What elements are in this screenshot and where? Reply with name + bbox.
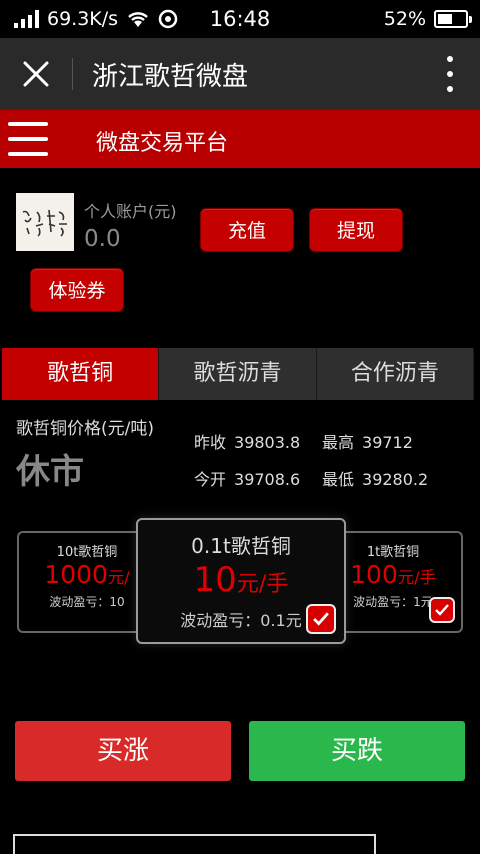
price-label: 歌哲铜价格(元/吨) (16, 419, 154, 439)
platform-header: 微盘交易平台 (0, 110, 480, 168)
account-balance: 0.0 (84, 226, 121, 252)
buy-up-button[interactable]: 买涨 (15, 721, 231, 781)
app-title-bar: 浙江歌哲微盘 (0, 38, 480, 110)
status-bar: 69.3K/s 16:48 52% (0, 0, 480, 38)
low-value: 39280.2 (362, 470, 429, 489)
withdraw-button[interactable]: 提现 (309, 208, 403, 252)
high-stat: 最高 39712 (322, 429, 413, 453)
recharge-button[interactable]: 充值 (200, 208, 294, 252)
low-label: 最低 (322, 470, 355, 489)
product-fluctuation: 波动盈亏：10 (49, 595, 125, 609)
close-icon[interactable] (18, 56, 54, 92)
tab-asphalt[interactable]: 歌哲沥青 (159, 348, 317, 400)
prev-close-label: 昨收 (194, 433, 227, 452)
product-card-0-1t[interactable]: 0.1t歌哲铜 10元/手 波动盈亏：0.1元 (136, 518, 346, 644)
check-icon (429, 597, 455, 623)
menu-icon[interactable] (8, 122, 48, 156)
product-tabs: 歌哲铜 歌哲沥青 合作沥青 (2, 348, 474, 400)
prev-close-stat: 昨收 39803.8 (194, 429, 300, 453)
low-stat: 最低 39280.2 (322, 466, 428, 490)
buy-down-button[interactable]: 买跌 (249, 721, 465, 781)
avatar (16, 193, 74, 251)
calligraphy-logo (22, 209, 67, 237)
tab-partner-asphalt[interactable]: 合作沥青 (316, 348, 474, 400)
platform-title: 微盘交易平台 (96, 131, 229, 156)
high-value: 39712 (362, 433, 413, 452)
title-divider (72, 58, 73, 90)
product-price: 1000元/ (44, 560, 130, 589)
market-status: 休市 (16, 452, 84, 492)
open-value: 39708.6 (234, 470, 301, 489)
product-price: 10元/手 (193, 560, 289, 600)
more-options-icon[interactable] (444, 56, 456, 92)
product-name: 10t歌哲铜 (56, 545, 118, 560)
bottom-panel (13, 834, 376, 854)
open-label: 今开 (194, 470, 227, 489)
prev-close-value: 39803.8 (234, 433, 301, 452)
account-label: 个人账户(元) (84, 202, 177, 221)
battery-percent: 52% (383, 8, 426, 30)
coupon-button[interactable]: 体验券 (30, 268, 124, 312)
high-label: 最高 (322, 433, 355, 452)
open-stat: 今开 39708.6 (194, 466, 300, 490)
page-title: 浙江歌哲微盘 (92, 62, 249, 92)
tab-copper[interactable]: 歌哲铜 (2, 348, 160, 400)
battery-icon (434, 10, 472, 28)
check-icon (306, 604, 336, 634)
product-name: 0.1t歌哲铜 (191, 534, 291, 558)
